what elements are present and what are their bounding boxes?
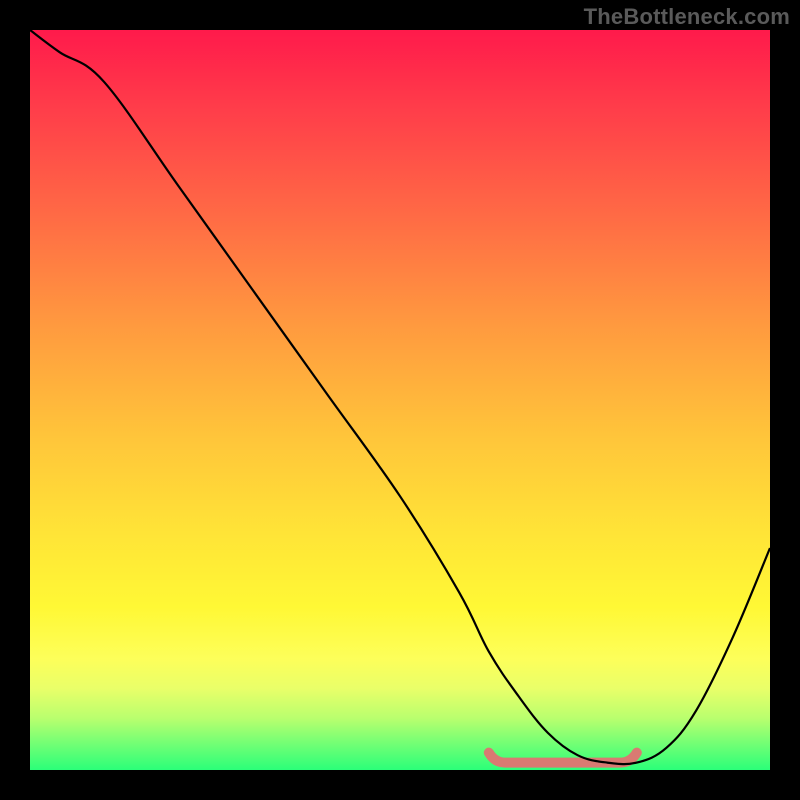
- chart-svg: [30, 30, 770, 770]
- chart-frame: TheBottleneck.com: [0, 0, 800, 800]
- plot-area: [30, 30, 770, 770]
- optimal-region-marker: [489, 753, 637, 763]
- bottleneck-curve-line: [30, 30, 770, 764]
- watermark-text: TheBottleneck.com: [584, 4, 790, 30]
